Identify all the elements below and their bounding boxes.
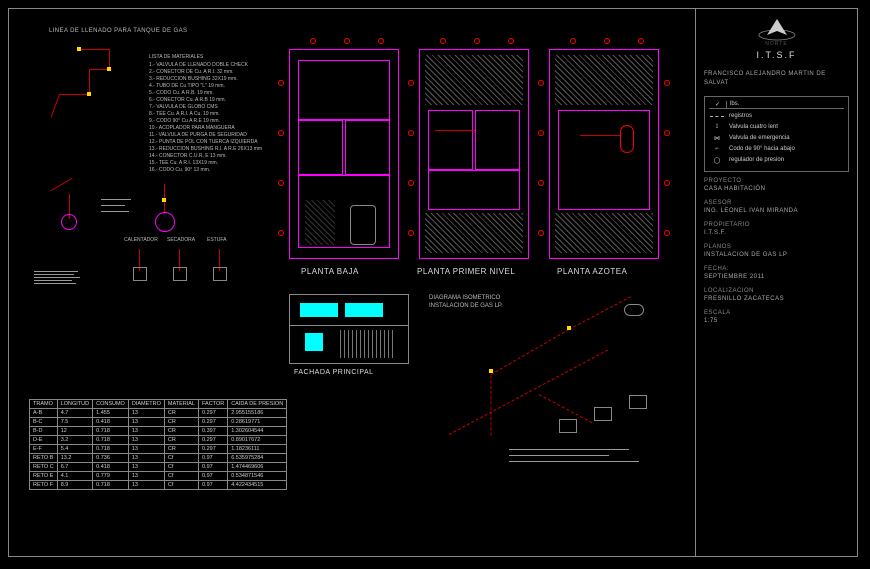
facade-label: FACHADA PRINCIPAL: [294, 369, 374, 376]
north-arrow-logo: NORTE I.T.S.F: [704, 17, 849, 60]
fixture-label-stove: ESTUFA: [207, 237, 226, 244]
table-row: RETO F8.90.71813Cf0.974.422434515: [30, 481, 287, 490]
org-name: I.T.S.F: [756, 50, 796, 60]
table-row: B-C7.50.41813CR0.2970.28619771: [30, 418, 287, 427]
table-row: RETO E4.10.77913Cf0.970.534871546: [30, 472, 287, 481]
fixture-label-heater: CALENTADOR: [124, 237, 158, 244]
table-row: E-F5.40.71813CR0.2971.18236111: [30, 445, 287, 454]
drawing-sheet: LINEA DE LLENADO PARA TANQUE DE GAS LIST…: [8, 8, 858, 557]
table-row: B-D120.71813CR0.3971.302604544: [30, 427, 287, 436]
fixture-details: CALENTADOR SECADORA ESTUFA: [29, 179, 269, 299]
owner-name: I.T.S.F.: [704, 230, 726, 236]
table-row: D-E3.20.71813CR0.2970.89017672: [30, 436, 287, 445]
plan-roof: [549, 49, 659, 259]
drawing-location: FRESNILLO ZACATECAS: [704, 296, 784, 302]
project-name: CASA HABITACIÓN: [704, 186, 765, 192]
legend-box: ✓ lbs. registros ⟟Valvula cuatro lent ⋈V…: [704, 96, 849, 172]
gas-tank-icon: [620, 125, 634, 153]
table-row: RETO B13.20.73613Cf0.976.535975284: [30, 454, 287, 463]
iso-tank-icon: [624, 304, 644, 316]
plan-ground: [289, 49, 399, 259]
fill-line-detail: [39, 39, 139, 129]
detail-title: LINEA DE LLENADO PARA TANQUE DE GAS: [49, 27, 187, 35]
drawing-title: INSTALACION DE GAS LP: [704, 252, 787, 258]
drawing-date: SEPTIEMBRE 2011: [704, 274, 765, 280]
iso-appliance-icon: [559, 419, 577, 433]
iso-appliance-icon: [594, 407, 612, 421]
plan-roof-label: PLANTA AZOTEA: [557, 267, 627, 276]
advisor-name: ING. LEONEL IVAN MIRANDA: [704, 208, 798, 214]
title-block: NORTE I.T.S.F FRANCISCO ALEJANDRO MARTIN…: [695, 9, 857, 556]
materials-list: LISTA DE MATERIALES 1.- VALVULA DE LLENA…: [149, 54, 262, 174]
drawing-area: LINEA DE LLENADO PARA TANQUE DE GAS LIST…: [9, 9, 695, 556]
fixture-label-dryer: SECADORA: [167, 237, 195, 244]
table-header-row: TRAMOLONGITUDCONSUMODIAMETROMATERIALFACT…: [30, 400, 287, 409]
plan-ground-label: PLANTA BAJA: [301, 267, 359, 276]
pressure-drop-table: TRAMOLONGITUDCONSUMODIAMETROMATERIALFACT…: [29, 399, 287, 490]
iso-appliance-icon: [629, 395, 647, 409]
isometric-diagram: [429, 299, 679, 469]
materials-heading: LISTA DE MATERIALES: [149, 54, 262, 61]
drawing-scale: 1:75: [704, 318, 718, 324]
table-row: A-B4.71.45513CR0.2972.955155186: [30, 409, 287, 418]
car-icon: [350, 205, 376, 245]
student-name: FRANCISCO ALEJANDRO MARTIN DE SALVAT: [704, 70, 849, 88]
plan-first: [419, 49, 529, 259]
table-row: RETO C6.70.41813Cf0.971.474469606: [30, 463, 287, 472]
facade: [289, 294, 409, 364]
plan-first-label: PLANTA PRIMER NIVEL: [417, 267, 515, 276]
